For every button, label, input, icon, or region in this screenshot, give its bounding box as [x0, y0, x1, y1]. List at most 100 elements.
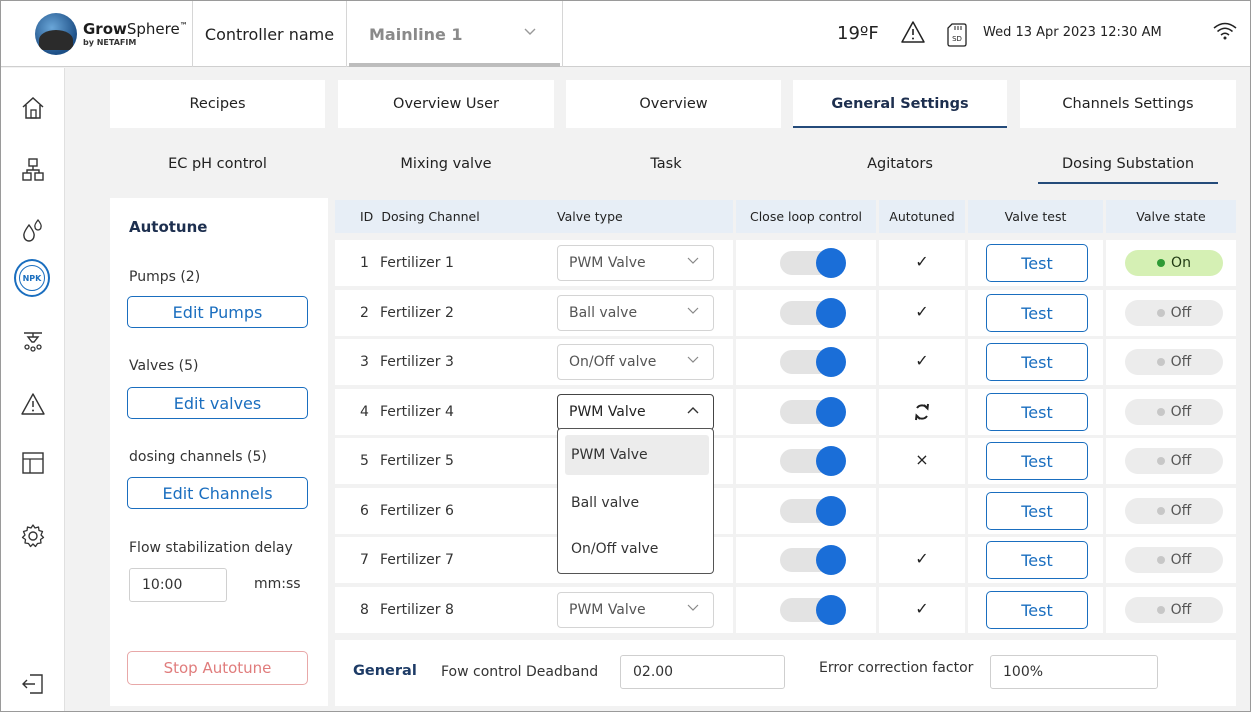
warning-icon[interactable] [900, 20, 926, 48]
brand-lite: Sphere [126, 19, 180, 38]
row-id: 6 [360, 503, 369, 519]
network-icon[interactable] [15, 152, 51, 188]
valve-test-button[interactable]: Test [986, 591, 1088, 629]
temperature-readout: 19ºF [837, 23, 879, 44]
logo-globe-icon [35, 13, 77, 55]
subtab-mixing-valve[interactable]: Mixing valve [338, 142, 554, 186]
close-loop-toggle[interactable] [778, 248, 846, 278]
status-dot-icon [1156, 507, 1165, 515]
flow-stabilization-label: Flow stabilization delay [129, 540, 293, 556]
edit-pumps-button[interactable]: Edit Pumps [127, 296, 308, 328]
error-correction-input[interactable]: 100% [990, 655, 1158, 689]
settings-icon[interactable] [15, 518, 51, 554]
dropdown-option-on-off-valve[interactable]: On/Off valve [565, 529, 709, 569]
dropdown-option-ball-valve[interactable]: Ball valve [565, 483, 709, 523]
wifi-icon [1213, 21, 1237, 45]
subtab-agitators[interactable]: Agitators [793, 142, 1007, 186]
valve-type-select[interactable]: On/Off valve [557, 344, 714, 380]
row-channel-name: Fertilizer 2 [380, 305, 454, 321]
sprinkler-icon[interactable] [15, 324, 51, 360]
brand-main: Grow [83, 19, 127, 38]
tab-channels-settings[interactable]: Channels Settings [1020, 80, 1236, 128]
valve-state-value: Off [1170, 602, 1192, 618]
close-loop-toggle[interactable] [778, 347, 846, 377]
autotune-panel: Autotune Pumps (2) Edit Pumps Valves (5)… [110, 198, 328, 706]
general-title: General [353, 663, 417, 679]
close-loop-toggle[interactable] [778, 545, 846, 575]
valve-type-dropdown-menu: PWM Valve Ball valve On/Off valve [557, 428, 714, 574]
status-dot-icon [1156, 457, 1165, 465]
tab-overview-user[interactable]: Overview User [338, 80, 554, 128]
row-id: 2 [360, 305, 369, 321]
edit-channels-button[interactable]: Edit Channels [127, 477, 308, 509]
row-channel-name: Fertilizer 5 [380, 453, 454, 469]
error-correction-label: Error correction factor [819, 660, 974, 676]
valve-state-value: Off [1170, 552, 1192, 568]
row-id: 7 [360, 552, 369, 568]
layout-icon[interactable] [15, 445, 51, 481]
autotuned-value: ✓ [915, 599, 929, 618]
dosing-channels-label: dosing channels (5) [129, 449, 267, 465]
valve-test-button[interactable]: Test [986, 492, 1088, 530]
valve-type-value: PWM Valve [569, 404, 646, 420]
valve-state-badge: On [1125, 250, 1223, 276]
logout-icon[interactable] [15, 666, 51, 702]
valve-state-value: On [1171, 255, 1191, 271]
tab-recipes[interactable]: Recipes [110, 80, 325, 128]
row-id: 8 [360, 602, 369, 618]
autotuned-indicator: ↻ [880, 401, 964, 427]
growsphere-logo: GrowSphere™ by NETAFIM [1, 1, 193, 67]
valve-state-value: Off [1170, 354, 1192, 370]
header-valve-test: Valve test [968, 200, 1103, 233]
npk-icon[interactable]: NPK [14, 259, 50, 297]
chevron-down-icon [687, 255, 699, 268]
valve-type-select[interactable]: Ball valve [557, 295, 714, 331]
valve-type-value: On/Off valve [569, 354, 657, 370]
edit-valves-button[interactable]: Edit valves [127, 387, 308, 419]
tab-general-settings[interactable]: General Settings [793, 80, 1007, 128]
home-icon[interactable] [15, 90, 51, 126]
status-dot-icon [1156, 309, 1165, 317]
status-dot-icon [1156, 408, 1165, 416]
deadband-label: Fow control Deadband [441, 664, 599, 680]
valve-test-button[interactable]: Test [986, 294, 1088, 332]
valve-type-value: Ball valve [569, 305, 638, 321]
valve-test-button[interactable]: Test [986, 442, 1088, 480]
top-bar: GrowSphere™ by NETAFIM Controller name M… [1, 1, 1250, 67]
close-loop-toggle[interactable] [778, 397, 846, 427]
deadband-input[interactable]: 02.00 [620, 655, 785, 689]
valve-type-select[interactable]: PWM Valve [557, 592, 714, 628]
chevron-down-icon [687, 602, 699, 615]
drops-icon[interactable] [15, 212, 51, 248]
valve-test-button[interactable]: Test [986, 393, 1088, 431]
dropdown-option-pwm-valve[interactable]: PWM Valve [565, 435, 709, 475]
autotuned-indicator: ✓ [880, 252, 964, 271]
subtab-ec-ph-control[interactable]: EC pH control [110, 142, 325, 186]
autotuned-indicator: ✓ [880, 351, 964, 370]
flow-stabilization-input[interactable]: 10:00 [129, 568, 227, 602]
status-dot-icon [1157, 259, 1166, 267]
alarm-icon[interactable] [15, 386, 51, 422]
tab-overview[interactable]: Overview [566, 80, 781, 128]
valve-test-button[interactable]: Test [986, 541, 1088, 579]
valve-type-select[interactable]: PWM Valve [557, 245, 714, 281]
close-loop-toggle[interactable] [778, 496, 846, 526]
controller-select[interactable]: Mainline 1 [347, 1, 563, 67]
sidebar: NPK [1, 68, 65, 711]
close-loop-toggle[interactable] [778, 446, 846, 476]
valve-test-button[interactable]: Test [986, 244, 1088, 282]
stop-autotune-button[interactable]: Stop Autotune [127, 651, 308, 685]
valve-type-select[interactable]: PWM Valve [557, 394, 714, 430]
subtab-task[interactable]: Task [566, 142, 766, 186]
subtab-dosing-substation[interactable]: Dosing Substation [1038, 142, 1218, 186]
header-id-channel: ID Dosing Channel Valve type [335, 200, 733, 233]
close-loop-toggle[interactable] [778, 595, 846, 625]
valve-test-button[interactable]: Test [986, 343, 1088, 381]
controller-select-value: Mainline 1 [369, 24, 463, 44]
valve-type-value: PWM Valve [569, 602, 646, 618]
autotuned-cell [879, 488, 965, 534]
close-loop-toggle[interactable] [778, 298, 846, 328]
status-dot-icon [1156, 556, 1165, 564]
autotuned-indicator: × [880, 450, 964, 469]
row-channel-name: Fertilizer 1 [380, 255, 454, 271]
